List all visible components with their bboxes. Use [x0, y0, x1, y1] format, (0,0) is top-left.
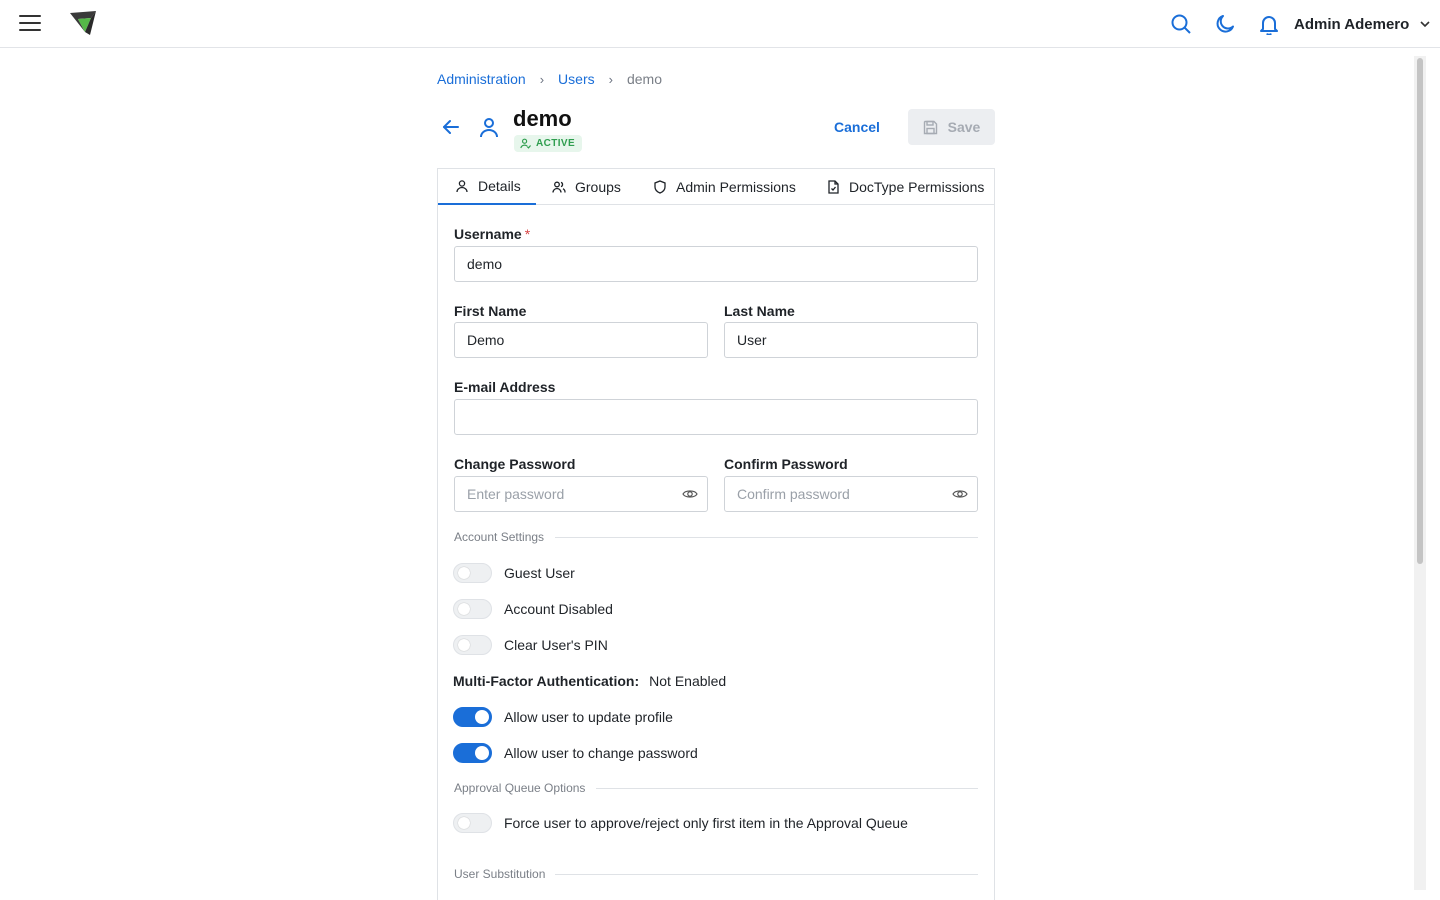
email-input[interactable] — [454, 399, 978, 435]
user-check-icon — [520, 138, 531, 149]
change-password-label: Change Password — [454, 456, 576, 472]
change-password-toggle-label: Allow user to change password — [504, 745, 698, 761]
last-name-input[interactable] — [724, 322, 978, 358]
tab-details[interactable]: Details — [438, 169, 536, 205]
top-bar: Admin Ademero — [0, 0, 1440, 48]
email-label: E-mail Address — [454, 379, 556, 395]
change-password-input[interactable] — [454, 476, 708, 512]
user-substitution-title: User Substitution — [454, 867, 546, 881]
user-name: Admin Ademero — [1294, 15, 1410, 33]
approval-queue-label: Force user to approve/reject only first … — [504, 815, 908, 831]
cancel-button[interactable]: Cancel — [822, 110, 892, 144]
account-disabled-label: Account Disabled — [504, 601, 613, 617]
search-icon[interactable] — [1170, 13, 1192, 35]
update-profile-label: Allow user to update profile — [504, 709, 673, 725]
guest-user-toggle[interactable] — [453, 563, 492, 583]
breadcrumb-users[interactable]: Users — [558, 71, 595, 87]
username-label: Username * — [454, 226, 530, 242]
section-divider — [596, 788, 978, 789]
breadcrumb-current: demo — [626, 71, 662, 87]
save-button[interactable]: Save — [908, 109, 995, 145]
update-profile-toggle[interactable] — [453, 707, 492, 727]
tab-admin-permissions[interactable]: Admin Permissions — [653, 169, 796, 205]
confirm-password-label: Confirm Password — [724, 456, 848, 472]
username-label-text: Username — [454, 226, 522, 242]
chevron-right-icon: › — [608, 71, 613, 87]
app-logo[interactable] — [68, 9, 100, 39]
tab-groups[interactable]: Groups — [552, 169, 621, 205]
user-icon — [456, 180, 468, 193]
save-icon — [923, 120, 937, 134]
username-input[interactable] — [454, 246, 978, 282]
tab-label: Admin Permissions — [676, 179, 796, 195]
first-name-input[interactable] — [454, 322, 708, 358]
clear-pin-label: Clear User's PIN — [504, 637, 608, 653]
back-arrow-icon[interactable] — [441, 117, 461, 137]
save-button-label: Save — [947, 119, 981, 135]
tab-bar: Details Groups Admin Permissions DocType… — [438, 169, 994, 205]
status-badge-label: ACTIVE — [536, 138, 576, 149]
mfa-label: Multi-Factor Authentication: — [453, 673, 640, 689]
moon-icon[interactable] — [1214, 13, 1236, 35]
breadcrumb: Administration › Users › demo — [437, 71, 662, 87]
mfa-value: Not Enabled — [649, 673, 727, 689]
menu-icon[interactable] — [19, 15, 41, 33]
tab-label: DocType Permissions — [849, 179, 985, 195]
status-badge: ACTIVE — [514, 135, 583, 152]
approval-queue-title: Approval Queue Options — [454, 781, 586, 795]
last-name-label: Last Name — [724, 303, 795, 319]
scrollbar-thumb[interactable] — [1417, 58, 1423, 564]
first-name-label: First Name — [454, 303, 527, 319]
user-icon — [480, 118, 498, 138]
bell-icon[interactable] — [1258, 13, 1280, 35]
tab-doctype-permissions[interactable]: DocType Permissions — [826, 169, 984, 205]
change-password-toggle[interactable] — [453, 743, 492, 763]
page-title: demo — [513, 106, 572, 131]
tab-label: Groups — [575, 179, 621, 195]
shield-icon — [654, 180, 666, 194]
chevron-right-icon: › — [539, 71, 545, 87]
breadcrumb-administration[interactable]: Administration — [437, 71, 526, 87]
chevron-down-icon — [1420, 21, 1430, 28]
mfa-status: Multi-Factor Authentication: Not Enabled — [453, 673, 726, 689]
file-icon — [828, 180, 839, 194]
guest-user-label: Guest User — [504, 565, 575, 581]
confirm-password-input[interactable] — [724, 476, 978, 512]
section-divider — [555, 874, 978, 875]
users-icon — [552, 181, 566, 193]
tab-label: Details — [478, 178, 521, 194]
account-settings-title: Account Settings — [454, 530, 545, 544]
account-disabled-toggle[interactable] — [453, 599, 492, 619]
eye-icon[interactable] — [682, 486, 698, 502]
required-mark: * — [524, 226, 531, 242]
eye-icon[interactable] — [952, 486, 968, 502]
approval-queue-toggle[interactable] — [453, 813, 492, 833]
clear-pin-toggle[interactable] — [453, 635, 492, 655]
section-divider — [555, 537, 978, 538]
user-menu[interactable]: Admin Ademero — [1294, 14, 1431, 34]
